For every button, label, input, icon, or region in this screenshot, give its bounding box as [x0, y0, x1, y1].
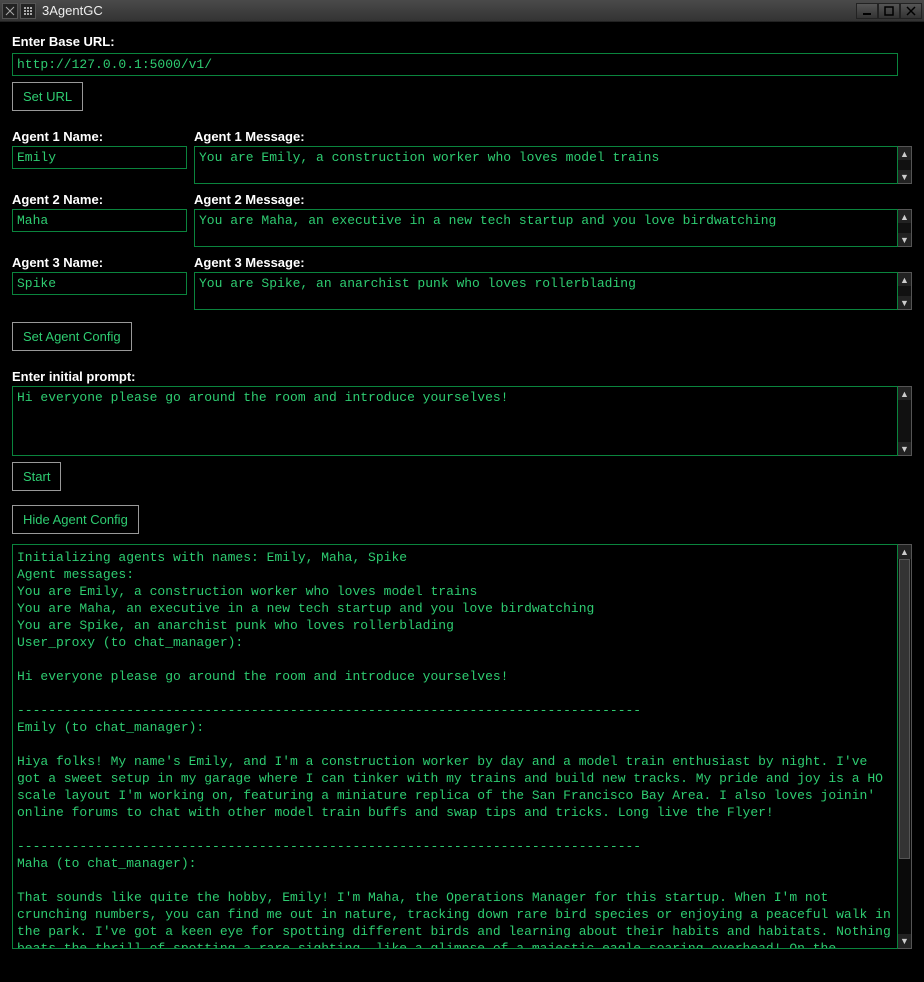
hide-agent-config-button[interactable]: Hide Agent Config [12, 505, 139, 534]
agent3-msg-scrollbar[interactable]: ▲ ▼ [898, 272, 912, 310]
prompt-section: Enter initial prompt: ▲ ▼ Start [12, 369, 912, 491]
maximize-button[interactable] [878, 3, 900, 19]
scroll-down-icon[interactable]: ▼ [898, 441, 911, 455]
prompt-input[interactable] [12, 386, 898, 456]
agent2-name-input[interactable] [12, 209, 187, 232]
output-section: Initializing agents with names: Emily, M… [12, 544, 912, 949]
agent3-name-input[interactable] [12, 272, 187, 295]
scroll-down-icon[interactable]: ▼ [898, 232, 911, 246]
scroll-down-icon[interactable]: ▼ [898, 295, 911, 309]
scroll-up-icon[interactable]: ▲ [898, 545, 911, 559]
titlebar: 3AgentGC [0, 0, 924, 22]
url-section: Enter Base URL: Set URL [12, 34, 912, 111]
close-button[interactable] [900, 3, 922, 19]
agent1-name-label: Agent 1 Name: [12, 129, 194, 144]
agent2-msg-scrollbar[interactable]: ▲ ▼ [898, 209, 912, 247]
window-title: 3AgentGC [42, 3, 103, 18]
agent3-name-label: Agent 3 Name: [12, 255, 194, 270]
set-agent-config-button[interactable]: Set Agent Config [12, 322, 132, 351]
prompt-scrollbar[interactable]: ▲ ▼ [898, 386, 912, 456]
agent2-msg-input[interactable] [194, 209, 898, 247]
app-grid-icon[interactable] [20, 3, 36, 19]
agent3-msg-input[interactable] [194, 272, 898, 310]
agent-config-section: Agent 1 Name: Agent 1 Message: ▲ ▼ Agent… [12, 129, 912, 351]
scroll-up-icon[interactable]: ▲ [898, 273, 911, 287]
scroll-down-icon[interactable]: ▼ [898, 169, 911, 183]
scroll-up-icon[interactable]: ▲ [898, 147, 911, 161]
output-log: Initializing agents with names: Emily, M… [12, 544, 898, 949]
agent2-msg-label: Agent 2 Message: [194, 192, 912, 207]
agent3-msg-label: Agent 3 Message: [194, 255, 912, 270]
agent-row-2: Agent 2 Name: Agent 2 Message: ▲ ▼ [12, 192, 912, 247]
scroll-down-icon[interactable]: ▼ [898, 934, 911, 948]
system-menu-icon[interactable] [2, 3, 18, 19]
scroll-up-icon[interactable]: ▲ [898, 210, 911, 224]
agent-row-3: Agent 3 Name: Agent 3 Message: ▲ ▼ [12, 255, 912, 310]
agent1-msg-label: Agent 1 Message: [194, 129, 912, 144]
prompt-label: Enter initial prompt: [12, 369, 912, 384]
agent1-msg-scrollbar[interactable]: ▲ ▼ [898, 146, 912, 184]
output-scrollbar[interactable]: ▲ ▼ [898, 544, 912, 949]
agent-row-1: Agent 1 Name: Agent 1 Message: ▲ ▼ [12, 129, 912, 184]
scroll-thumb[interactable] [899, 559, 910, 859]
agent2-name-label: Agent 2 Name: [12, 192, 194, 207]
set-url-button[interactable]: Set URL [12, 82, 83, 111]
agent1-name-input[interactable] [12, 146, 187, 169]
start-button[interactable]: Start [12, 462, 61, 491]
main-content: Enter Base URL: Set URL Agent 1 Name: Ag… [0, 22, 924, 961]
scroll-up-icon[interactable]: ▲ [898, 387, 911, 401]
url-label: Enter Base URL: [12, 34, 912, 49]
url-input[interactable] [12, 53, 898, 76]
agent1-msg-input[interactable] [194, 146, 898, 184]
minimize-button[interactable] [856, 3, 878, 19]
